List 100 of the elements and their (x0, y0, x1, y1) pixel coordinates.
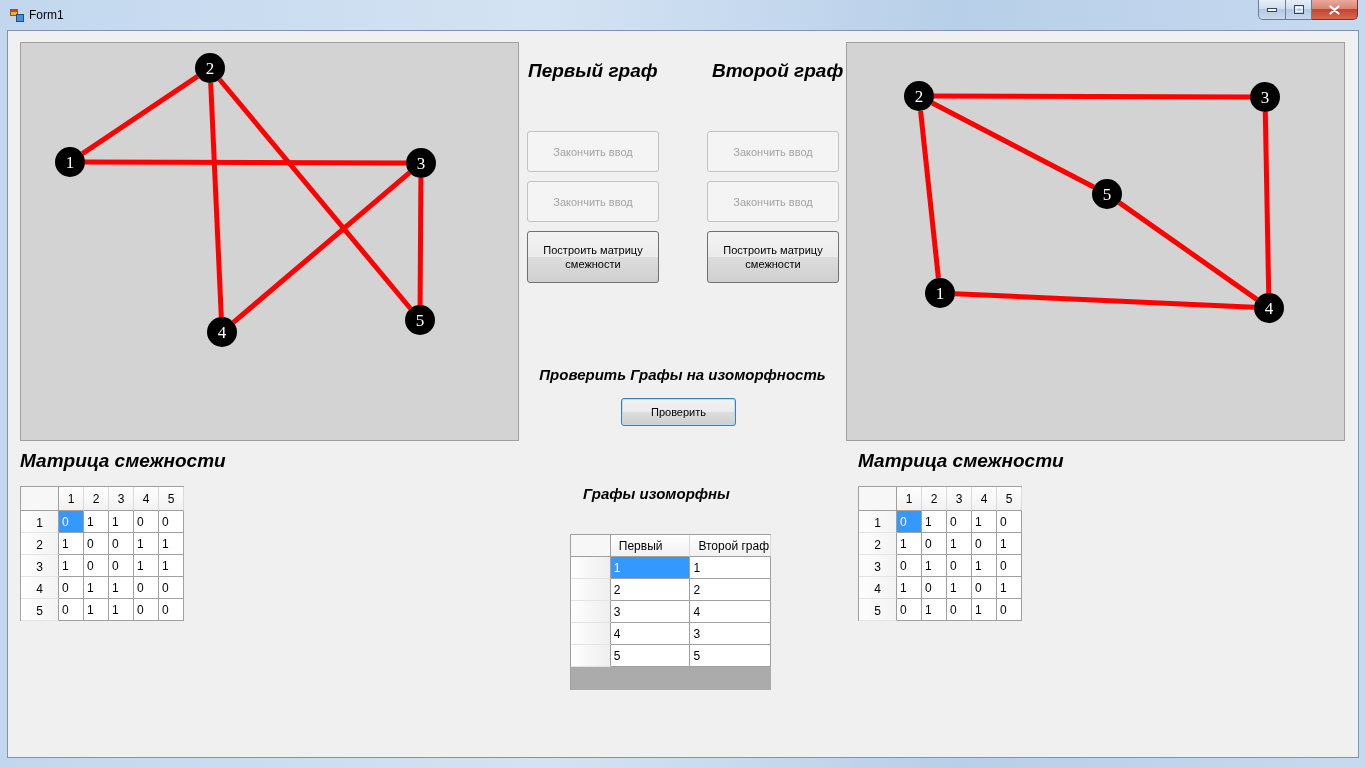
table-cell: 0 (84, 555, 109, 577)
table-cell: 0 (159, 599, 184, 621)
close-icon (1329, 4, 1340, 15)
section-heading: Матрица смежности (20, 450, 226, 472)
close-button[interactable] (1312, 0, 1358, 20)
table-cell: 1 (59, 533, 84, 555)
table-cell: 0 (109, 555, 134, 577)
table-cell: 1 (610, 557, 691, 579)
table-cell: 2 (690, 579, 771, 601)
table-cell: 1 (922, 511, 947, 533)
column-header: 1 (897, 487, 922, 511)
table-cell: 1 (972, 511, 997, 533)
table-cell: 0 (897, 599, 922, 621)
grid-corner[interactable] (859, 487, 897, 511)
table-cell: 1 (59, 555, 84, 577)
column-header: 3 (109, 487, 134, 511)
column-header: 4 (134, 487, 159, 511)
graph-node: 2 (195, 53, 225, 83)
row-header: 1 (859, 511, 897, 533)
table-cell: 0 (897, 555, 922, 577)
table-cell: 0 (897, 511, 922, 533)
table-cell: 5 (690, 645, 771, 667)
table-cell: 0 (59, 599, 84, 621)
maximize-icon (1293, 5, 1304, 14)
row-header: 1 (21, 511, 59, 533)
column-header: Первый (610, 535, 691, 557)
table-cell: 1 (159, 533, 184, 555)
column-header: 1 (59, 487, 84, 511)
table-cell: 0 (947, 555, 972, 577)
section-heading: Матрица смежности (858, 450, 1064, 472)
table-cell: 0 (84, 533, 109, 555)
column-header: 5 (997, 487, 1022, 511)
row-header: 4 (859, 577, 897, 599)
table-cell: 1 (972, 555, 997, 577)
table-cell: 1 (947, 577, 972, 599)
graph-node: 3 (406, 148, 436, 178)
minimize-button[interactable] (1258, 0, 1286, 20)
table-cell: 1 (897, 533, 922, 555)
build-matrix-button[interactable]: Построить матрицу смежности (527, 231, 659, 283)
graph-node: 4 (207, 317, 237, 347)
graph-node: 4 (1254, 293, 1284, 323)
table-cell: 1 (84, 577, 109, 599)
row-header: 2 (21, 533, 59, 555)
table-cell: 0 (159, 577, 184, 599)
row-header[interactable] (571, 557, 611, 579)
table-cell: 0 (59, 511, 84, 533)
table-cell: 0 (922, 577, 947, 599)
graph-node: 1 (55, 147, 85, 177)
table-cell: 1 (84, 599, 109, 621)
column-header: 2 (922, 487, 947, 511)
table-cell: 0 (997, 555, 1022, 577)
table-cell: 1 (922, 555, 947, 577)
table-cell: 1 (84, 511, 109, 533)
row-header[interactable] (571, 623, 611, 645)
table-cell: 1 (109, 577, 134, 599)
table-cell: 1 (997, 577, 1022, 599)
table-cell: 4 (690, 601, 771, 623)
section-heading: Первый граф (528, 60, 658, 82)
row-header[interactable] (571, 579, 611, 601)
table-cell: 1 (109, 511, 134, 533)
table-cell: 1 (972, 599, 997, 621)
graph-canvas[interactable]: 1 2 3 4 5 (846, 42, 1345, 441)
row-header: 5 (859, 599, 897, 621)
row-header: 4 (21, 577, 59, 599)
table-cell: 0 (947, 599, 972, 621)
section-heading: Проверить Графы на изоморфность (539, 366, 826, 384)
table-cell: 0 (109, 533, 134, 555)
column-header: Второй граф (690, 535, 771, 557)
table-cell: 1 (897, 577, 922, 599)
column-header: 2 (84, 487, 109, 511)
table-cell: 0 (134, 577, 159, 599)
table-cell: 0 (159, 511, 184, 533)
table-cell: 0 (59, 577, 84, 599)
table-cell: 5 (610, 645, 691, 667)
row-header: 2 (859, 533, 897, 555)
table-cell: 1 (159, 555, 184, 577)
table-cell: 1 (109, 599, 134, 621)
window-title: Form1 (29, 7, 64, 24)
grid-corner[interactable] (571, 535, 611, 557)
table-cell: 0 (997, 511, 1022, 533)
row-header: 5 (21, 599, 59, 621)
row-header[interactable] (571, 601, 611, 623)
table-cell: 0 (972, 533, 997, 555)
table-cell: 0 (134, 599, 159, 621)
grid-corner[interactable] (21, 487, 59, 511)
check-button[interactable]: Проверить (621, 398, 736, 426)
build-matrix-button[interactable]: Построить матрицу смежности (707, 231, 839, 283)
table-cell: 3 (610, 601, 691, 623)
table-cell: 0 (134, 511, 159, 533)
row-header[interactable] (571, 645, 611, 667)
table-cell: 4 (610, 623, 691, 645)
maximize-button[interactable] (1286, 0, 1312, 20)
graph-canvas[interactable]: 1 2 3 4 5 (20, 42, 519, 441)
section-heading: Второй граф (712, 60, 844, 82)
graph-node: 5 (405, 305, 435, 335)
graph-node: 2 (904, 81, 934, 111)
table-cell: 1 (690, 557, 771, 579)
column-header: 3 (947, 487, 972, 511)
table-cell: 1 (997, 533, 1022, 555)
table-cell: 0 (922, 533, 947, 555)
